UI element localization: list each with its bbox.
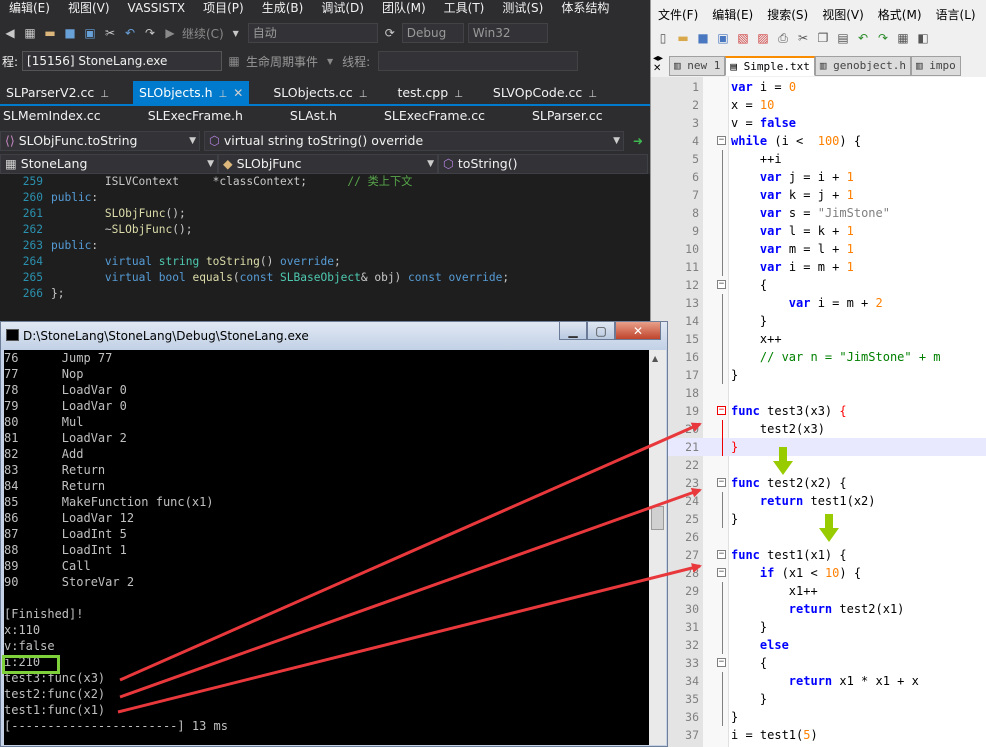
arrow-down-green-1 — [773, 447, 793, 475]
arrow-test2 — [119, 487, 702, 699]
arrow-test3 — [119, 422, 702, 682]
annotation-arrows — [117, 422, 839, 714]
arrow-test1 — [117, 563, 702, 714]
arrow-down-green-2 — [819, 514, 839, 542]
